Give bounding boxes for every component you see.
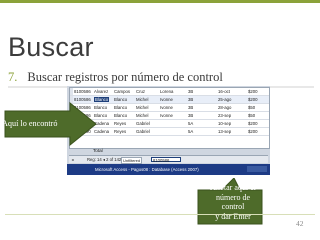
first-record-icon[interactable]: ◂ — [70, 157, 75, 162]
table-cell[interactable]: Reyes — [114, 129, 126, 134]
taskbar: Microsoft Access - Pagos08 : Database (A… — [67, 164, 270, 175]
table-cell[interactable]: Ivonne — [160, 97, 173, 102]
table-cell[interactable]: 3B — [188, 105, 193, 110]
row-selector[interactable] — [70, 88, 73, 95]
table-cell[interactable]: Michel — [136, 105, 148, 110]
table-row[interactable]: 8100586 Blanco Blanco Michel Ivonne 3B 25-ago $… — [70, 96, 269, 104]
table-cell[interactable]: 16-oct — [218, 89, 230, 94]
top-accent-band — [0, 0, 320, 3]
table-cell[interactable]: 13-sep — [218, 129, 231, 134]
table-cell[interactable]: Gabriel — [136, 129, 150, 134]
callout-line: Anotar aquí el — [210, 183, 256, 192]
left-callout-text: Aquí lo encontró — [2, 119, 58, 128]
table-cell[interactable]: Michel — [136, 113, 148, 118]
table-cell[interactable]: Cruz — [136, 89, 145, 94]
table-cell[interactable]: Gabriel — [136, 121, 150, 126]
table-cell[interactable]: 5A — [188, 121, 193, 126]
table-cell[interactable]: Lorena — [160, 89, 173, 94]
table-cell[interactable]: 3B — [188, 89, 193, 94]
table-cell[interactable]: Blanco — [114, 97, 127, 102]
page-title: Buscar — [8, 32, 94, 62]
table-row[interactable]: 8100590CadenaReyesGabriel5A10-sep$200 — [70, 120, 269, 128]
table-cell[interactable]: Blanco — [114, 113, 127, 118]
filter-status[interactable]: Unfiltered — [121, 156, 143, 164]
table-cell[interactable]: 25-ago — [218, 97, 231, 102]
table-cell[interactable]: $200 — [248, 121, 258, 126]
records-table: 8100586 Alvarez Campos Cruz Lorena 3B 16-oct $2… — [69, 87, 270, 149]
table-row[interactable]: 8100586BlancoBlancoMichelIvonne3B23-sep$… — [70, 112, 269, 120]
table-row[interactable]: 8100586 Alvarez Campos Cruz Lorena 3B 16-oct $2… — [70, 88, 269, 96]
table-row[interactable]: 8100590CadenaReyesGabriel5A13-sep$200 — [70, 128, 269, 136]
table-cell[interactable]: $50 — [248, 105, 255, 110]
search-input[interactable]: 8100586 — [151, 156, 181, 163]
total-label: Total — [93, 148, 103, 153]
table-cell[interactable]: $200 — [248, 97, 258, 102]
table-row[interactable]: 8100586 Blanco Blanco Michel Ivonne 3B 28-ago $… — [70, 104, 269, 112]
table-cell[interactable]: Ivonne — [160, 113, 173, 118]
table-cell[interactable]: Blanco — [114, 105, 127, 110]
footer-divider — [5, 214, 315, 215]
table-cell[interactable]: 28-ago — [218, 105, 231, 110]
table-cell[interactable]: Reyes — [114, 121, 126, 126]
subtitle-text: Buscar registros por número de control — [27, 70, 223, 84]
table-cell[interactable]: 23-sep — [218, 113, 231, 118]
taskbar-window-button[interactable] — [247, 166, 267, 172]
table-cell[interactable]: Campos — [114, 89, 130, 94]
table-cell[interactable]: Ivonne — [160, 105, 173, 110]
table-cell[interactable]: Michel — [136, 97, 148, 102]
table-cell[interactable]: 5A — [188, 129, 193, 134]
callout-line: control — [221, 202, 245, 212]
record-navigation-bar: ◂ Reg: 14 ◂ 2 of 142 ▸ Unfiltered 810058… — [69, 155, 268, 164]
table-cell[interactable]: 10-sep — [218, 121, 231, 126]
right-callout-text: Anotar aquí el número de control y dar E… — [202, 183, 264, 221]
table-cell[interactable]: 3B — [188, 97, 193, 102]
table-cell[interactable]: $50 — [248, 113, 255, 118]
table-cell[interactable]: $200 — [248, 89, 258, 94]
table-cell[interactable]: 8100586 — [74, 89, 91, 94]
subtitle: 7. Buscar registros por número de control — [8, 70, 223, 85]
table-cell[interactable]: $200 — [248, 129, 258, 134]
callout-line: número de — [216, 192, 250, 202]
step-number: 7. — [8, 70, 18, 84]
table-cell[interactable]: Alvarez — [94, 89, 108, 94]
taskbar-window-title[interactable]: Microsoft Access - Pagos08 : Database (A… — [95, 167, 199, 172]
record-counter[interactable]: Reg: 14 ◂ 2 of 142 ▸ — [87, 157, 125, 162]
page-number: 42 — [296, 219, 304, 228]
table-cell[interactable]: 3B — [188, 113, 193, 118]
